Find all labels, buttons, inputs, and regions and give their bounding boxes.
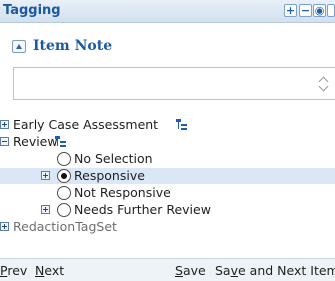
scroll-down-icon[interactable] bbox=[319, 85, 327, 91]
tree-item-responsive[interactable]: Responsive bbox=[0, 168, 335, 184]
expand-icon[interactable] bbox=[41, 205, 50, 214]
tree-item-label: Not Responsive bbox=[74, 185, 171, 200]
tree-item-label: No Selection bbox=[74, 151, 153, 166]
tagging-panel: Tagging + − ◉ Item Note Early Case Asses… bbox=[0, 0, 335, 281]
next-button[interactable]: Next bbox=[35, 263, 64, 278]
popout-icon[interactable] bbox=[327, 4, 335, 17]
tree-item-label: Responsive bbox=[74, 168, 145, 183]
tree-item-not-responsive[interactable]: Not Responsive bbox=[0, 185, 335, 201]
radio-responsive[interactable] bbox=[57, 169, 71, 183]
save-and-next-item-button[interactable]: Save and Next Item bbox=[215, 263, 335, 278]
panel-titlebar: Tagging + − ◉ bbox=[0, 0, 335, 23]
collapse-icon[interactable] bbox=[0, 137, 9, 146]
tree-item-redaction-tag-set[interactable]: RedactionTagSet bbox=[0, 219, 335, 235]
caret-up-icon bbox=[16, 44, 22, 49]
tree-item-label: Early Case Assessment bbox=[13, 117, 159, 132]
item-note-title: Item Note bbox=[33, 38, 113, 54]
item-note-textarea[interactable] bbox=[13, 67, 335, 100]
expand-icon[interactable] bbox=[0, 120, 9, 129]
settings-icon[interactable]: ◉ bbox=[313, 4, 326, 17]
tree-item-early-case-assessment[interactable]: Early Case Assessment bbox=[0, 117, 335, 133]
tree-item-no-selection[interactable]: No Selection bbox=[0, 151, 335, 167]
save-button[interactable]: Save bbox=[175, 263, 206, 278]
expand-icon[interactable] bbox=[41, 171, 50, 180]
panel-title: Tagging bbox=[3, 3, 61, 18]
hierarchy-icon bbox=[176, 119, 187, 131]
expand-icon[interactable] bbox=[0, 222, 9, 231]
radio-not-responsive[interactable] bbox=[57, 186, 71, 200]
hierarchy-icon bbox=[55, 136, 66, 148]
tree-item-needs-further-review[interactable]: Needs Further Review bbox=[0, 202, 335, 218]
collapse-note-button[interactable] bbox=[12, 40, 26, 53]
tree-item-label: Needs Further Review bbox=[74, 202, 211, 217]
note-scrollbar[interactable] bbox=[310, 67, 335, 100]
tree-item-label: Review bbox=[13, 134, 58, 149]
tree-item-label: RedactionTagSet bbox=[13, 219, 117, 234]
collapse-all-button[interactable]: − bbox=[299, 4, 312, 17]
prev-button[interactable]: Prev bbox=[0, 263, 27, 278]
radio-needs-further-review[interactable] bbox=[57, 203, 71, 217]
tree-item-review[interactable]: Review bbox=[0, 134, 335, 150]
expand-all-button[interactable]: + bbox=[284, 4, 297, 17]
radio-no-selection[interactable] bbox=[57, 152, 71, 166]
panel-footer: Prev Next Save Save and Next Item bbox=[0, 258, 335, 281]
